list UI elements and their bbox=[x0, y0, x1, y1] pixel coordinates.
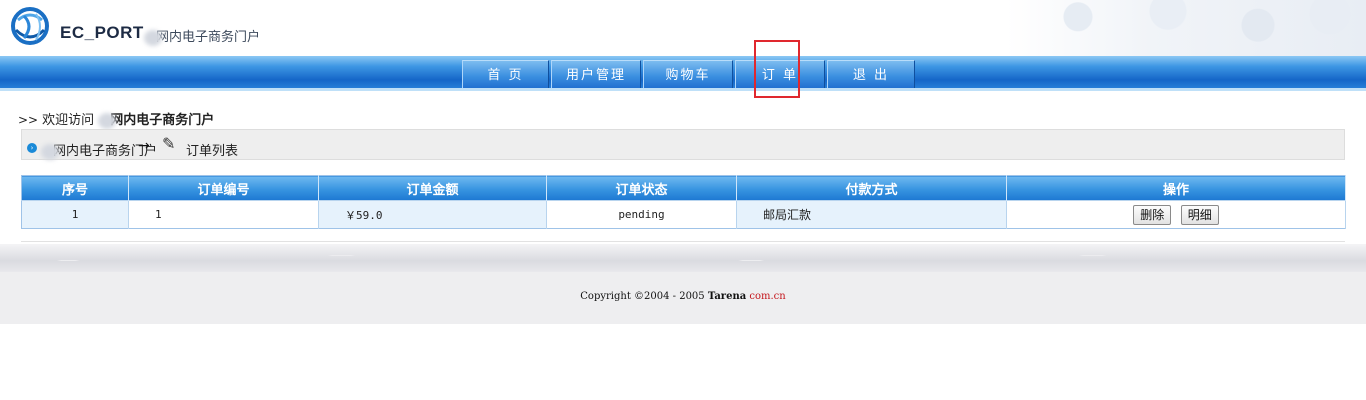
cell-amount: ￥59.0 bbox=[318, 200, 547, 229]
brand-subtitle-text: 网内电子商务门户 bbox=[156, 30, 261, 45]
table-row: 1 1 ￥59.0 pending 邮局汇款 删除 明细 bbox=[21, 200, 1346, 229]
orders-table: 序号 订单编号 订单金额 订单状态 付款方式 操作 1 1 ￥59.0 pend… bbox=[21, 175, 1346, 229]
delete-button[interactable]: 删除 bbox=[1133, 204, 1172, 225]
column-header-status: 订单状态 bbox=[546, 175, 737, 201]
cell-actions: 删除 明细 bbox=[1006, 200, 1346, 229]
column-header-order-no: 订单编号 bbox=[128, 175, 319, 201]
nav-item-cart[interactable]: 购物车 bbox=[643, 60, 733, 89]
blurred-mark bbox=[41, 143, 59, 160]
welcome-prefix: 欢迎访问 bbox=[42, 113, 95, 128]
copyright-text: Copyright ©2004 - 2005 Tarena com.cn bbox=[0, 291, 1366, 302]
double-chevron-icon: >> bbox=[18, 113, 39, 127]
cell-status: pending bbox=[546, 200, 737, 229]
cell-payment: 邮局汇款 bbox=[736, 200, 1007, 229]
blurred-mark bbox=[144, 29, 162, 46]
main-nav-bar: 首 页 用户管理 购物车 订 单 退 出 bbox=[0, 56, 1366, 90]
footer-cloud-band bbox=[0, 244, 1366, 272]
breadcrumb-arrow: → bbox=[138, 138, 150, 154]
cloud-decoration bbox=[1006, 0, 1366, 56]
site-header: EC_PORT 网内电子商务门户 bbox=[0, 0, 1366, 56]
copyright-prefix: Copyright ©2004 - 2005 bbox=[580, 291, 708, 302]
welcome-site: 网内电子商务门户 bbox=[110, 113, 215, 128]
copyright-domain[interactable]: com.cn bbox=[746, 291, 785, 302]
cell-order-no: 1 bbox=[128, 200, 319, 229]
column-header-amount: 订单金额 bbox=[318, 175, 547, 201]
nav-underline bbox=[0, 88, 1366, 91]
breadcrumb-current-page: 订单列表 bbox=[186, 144, 239, 159]
footer-divider bbox=[21, 241, 1345, 242]
brand-subtitle: 网内电子商务门户 bbox=[144, 26, 260, 46]
welcome-line: >> 欢迎访问 网内电子商务门户 bbox=[18, 109, 214, 129]
nav-item-logout[interactable]: 退 出 bbox=[827, 60, 915, 89]
globe-logo-icon[interactable] bbox=[10, 4, 50, 50]
nav-item-home[interactable]: 首 页 bbox=[462, 60, 549, 89]
copyright-brand: Tarena bbox=[707, 291, 747, 302]
table-header-row: 序号 订单编号 订单金额 订单状态 付款方式 操作 bbox=[21, 175, 1346, 201]
detail-button[interactable]: 明细 bbox=[1180, 204, 1219, 225]
cell-index: 1 bbox=[21, 200, 129, 229]
brand-name: EC_PORT bbox=[60, 23, 144, 42]
column-header-actions: 操作 bbox=[1006, 175, 1346, 201]
nav-item-user-management[interactable]: 用户管理 bbox=[551, 60, 641, 89]
breadcrumb: › 网内电子商务门户 → ✎ 订单列表 bbox=[21, 129, 1345, 160]
bullet-arrow-icon: › bbox=[27, 143, 37, 153]
clip-icon: ✎ bbox=[162, 134, 176, 153]
nav-item-orders[interactable]: 订 单 bbox=[735, 60, 825, 89]
column-header-index: 序号 bbox=[21, 175, 129, 201]
blurred-mark bbox=[98, 112, 117, 129]
column-header-payment: 付款方式 bbox=[736, 175, 1007, 201]
